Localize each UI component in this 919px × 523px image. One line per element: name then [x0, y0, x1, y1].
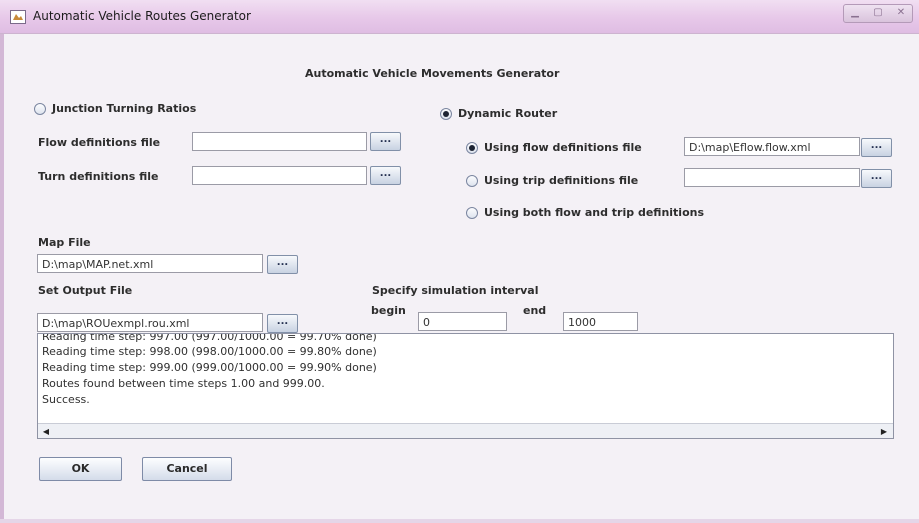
scroll-left-arrow-icon[interactable]: ◀ — [39, 425, 53, 438]
map-file-label: Map File — [38, 236, 91, 249]
log-line: Reading time step: 997.00 (997.00/1000.0… — [42, 333, 377, 343]
using-both-definitions-radio[interactable] — [466, 207, 478, 219]
window-left-border — [0, 34, 4, 523]
flow-definitions-browse-button[interactable]: ... — [370, 132, 401, 151]
log-line: Reading time step: 998.00 (998.00/1000.0… — [42, 345, 377, 358]
dynamic-flow-file-browse-button[interactable]: ... — [861, 138, 892, 157]
turn-definitions-field[interactable] — [192, 166, 367, 185]
java-app-icon — [10, 9, 26, 24]
output-file-field[interactable]: D:\map\ROUexmpl.rou.xml — [37, 313, 263, 332]
log-output-area[interactable]: Reading time step: 997.00 (997.00/1000.0… — [37, 333, 894, 439]
using-flow-definitions-radio[interactable] — [466, 142, 478, 154]
using-trip-definitions-label: Using trip definitions file — [484, 174, 639, 187]
log-line: Routes found between time steps 1.00 and… — [42, 377, 325, 390]
simulation-interval-label: Specify simulation interval — [372, 284, 539, 297]
using-both-definitions-label: Using both flow and trip definitions — [484, 206, 705, 219]
dynamic-flow-file-field[interactable]: D:\map\Eflow.flow.xml — [684, 137, 860, 156]
using-flow-definitions-label: Using flow definitions file — [484, 141, 642, 154]
scroll-corner — [893, 423, 894, 439]
flow-definitions-label: Flow definitions file — [38, 136, 161, 149]
junction-turning-ratios-radio[interactable] — [34, 103, 46, 115]
map-file-field[interactable]: D:\map\MAP.net.xml — [37, 254, 263, 273]
dynamic-router-radio[interactable] — [440, 108, 452, 120]
close-button[interactable]: ✕ — [890, 5, 912, 22]
horizontal-scrollbar[interactable]: ◀ ▶ — [38, 423, 893, 438]
window-title: Automatic Vehicle Routes Generator — [33, 9, 251, 23]
begin-label: begin — [371, 304, 406, 317]
turn-definitions-label: Turn definitions file — [38, 170, 159, 183]
output-file-label: Set Output File — [38, 284, 133, 297]
title-bar: Automatic Vehicle Routes Generator ▁ ▢ ✕ — [0, 0, 919, 34]
dynamic-trip-file-field[interactable] — [684, 168, 860, 187]
flow-definitions-field[interactable] — [192, 132, 367, 151]
using-trip-definitions-radio[interactable] — [466, 175, 478, 187]
log-line: Success. — [42, 393, 90, 406]
window-controls: ▁ ▢ ✕ — [843, 4, 913, 23]
form-heading: Automatic Vehicle Movements Generator — [305, 67, 560, 80]
minimize-button[interactable]: ▁ — [844, 5, 866, 22]
scroll-right-arrow-icon[interactable]: ▶ — [877, 425, 891, 438]
dialog-window: Automatic Vehicle Routes Generator ▁ ▢ ✕… — [0, 0, 919, 523]
map-file-browse-button[interactable]: ... — [267, 255, 298, 274]
output-file-browse-button[interactable]: ... — [267, 314, 298, 333]
turn-definitions-browse-button[interactable]: ... — [370, 166, 401, 185]
log-line: Reading time step: 999.00 (999.00/1000.0… — [42, 361, 377, 374]
junction-turning-ratios-label: Junction Turning Ratios — [52, 102, 197, 115]
end-label: end — [523, 304, 547, 317]
end-field[interactable]: 1000 — [563, 312, 638, 331]
begin-field[interactable]: 0 — [418, 312, 507, 331]
dynamic-router-label: Dynamic Router — [458, 107, 558, 120]
ok-button[interactable]: OK — [39, 457, 122, 481]
cancel-button[interactable]: Cancel — [142, 457, 232, 481]
maximize-button[interactable]: ▢ — [867, 5, 889, 22]
vertical-scrollbar[interactable]: ▲ ▼ — [893, 334, 894, 424]
window-bottom-border — [0, 519, 919, 523]
dynamic-trip-file-browse-button[interactable]: ... — [861, 169, 892, 188]
